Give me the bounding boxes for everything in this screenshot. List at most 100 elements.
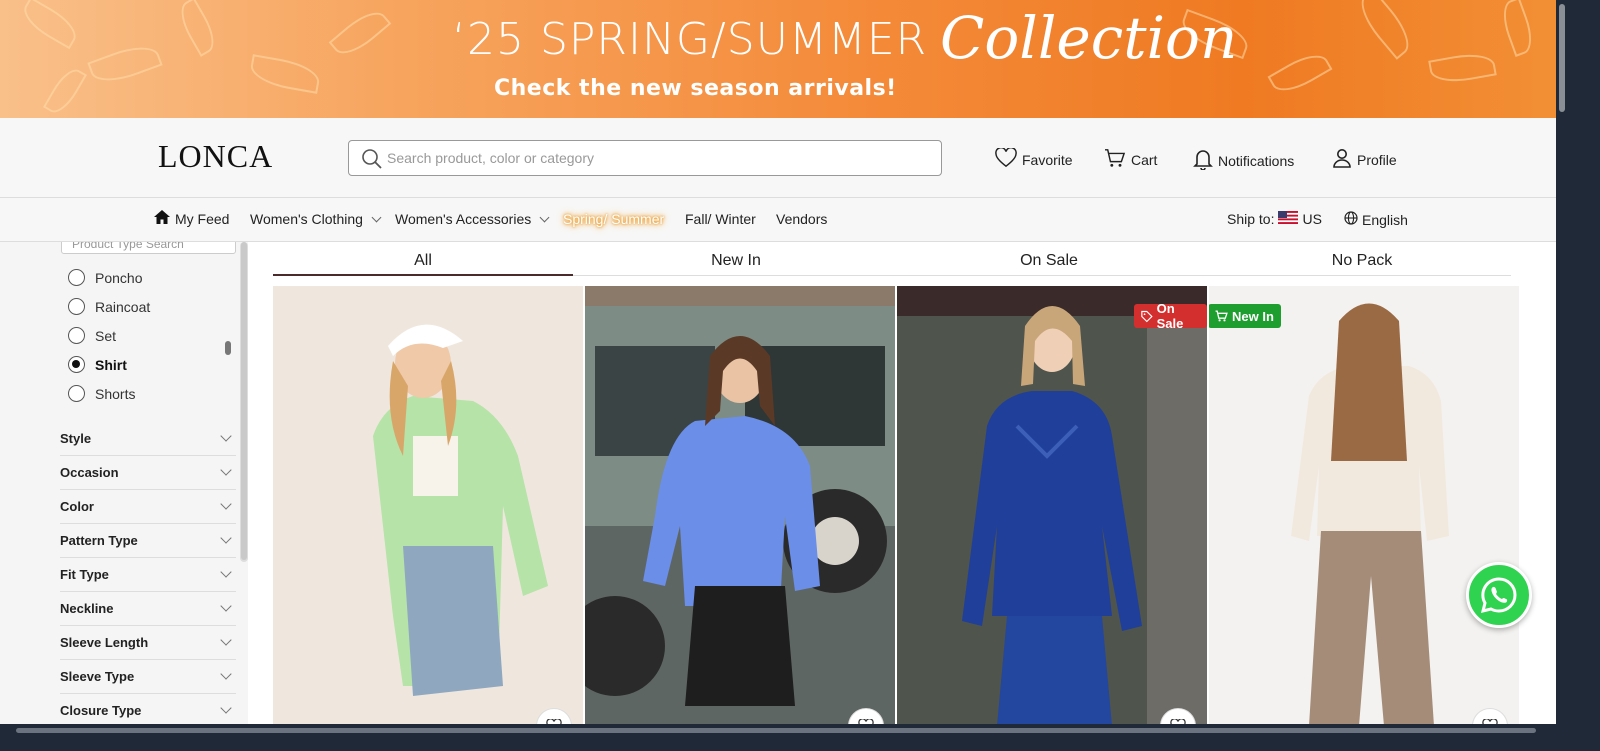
ship-to-country: US — [1302, 211, 1322, 227]
us-flag-icon — [1278, 211, 1299, 227]
window-edge — [0, 736, 1600, 751]
profile-link[interactable]: Profile — [1332, 148, 1397, 171]
bell-icon — [1193, 148, 1213, 173]
product-type-option[interactable]: Set — [68, 327, 116, 344]
filter-pattern-type[interactable]: Pattern Type — [60, 524, 236, 558]
banner-subtitle: Check the new season arrivals! — [494, 76, 897, 101]
nav-womens-accessories[interactable]: Women's Accessories — [395, 211, 552, 227]
product-image[interactable] — [585, 286, 895, 724]
radio-button-selected[interactable] — [68, 356, 85, 373]
nav-spring-summer[interactable]: Spring/ Summer — [563, 211, 664, 227]
promo-banner[interactable]: ‘25 SPRING/SUMMER Collection Check the n… — [0, 0, 1556, 118]
filter-label: Closure Type — [60, 703, 142, 718]
banner-script-text: Collection — [940, 4, 1238, 72]
product-card[interactable] — [273, 286, 583, 724]
filter-label: Style — [60, 431, 92, 446]
tag-icon — [1141, 310, 1153, 322]
nav-vendors-label: Vendors — [776, 211, 828, 227]
leaf-decoration — [1267, 46, 1333, 100]
cart-link[interactable]: Cart — [1104, 148, 1157, 171]
product-card[interactable]: On Sale — [897, 286, 1207, 724]
filter-fit-type[interactable]: Fit Type — [60, 558, 236, 592]
product-type-label: Shirt — [95, 356, 127, 373]
product-type-label: Shorts — [95, 385, 136, 402]
product-type-option-selected[interactable]: Shirt — [68, 356, 127, 373]
filter-color[interactable]: Color — [60, 490, 236, 524]
filter-sidebar: Product Type Search Poncho Raincoat Set … — [0, 242, 248, 724]
notifications-link[interactable]: Notifications — [1193, 148, 1294, 173]
nav-vendors[interactable]: Vendors — [776, 211, 827, 227]
sidebar-scrollbar[interactable] — [240, 242, 248, 562]
product-type-option[interactable]: Shorts — [68, 385, 135, 402]
search-input[interactable] — [387, 141, 927, 175]
leaf-decoration — [173, 0, 222, 57]
leaf-decoration — [1428, 49, 1497, 87]
radio-button[interactable] — [68, 385, 85, 402]
logo[interactable]: LONCA — [158, 138, 273, 175]
product-type-scrollbar[interactable] — [225, 341, 231, 355]
nav-womens-accessories-label: Women's Accessories — [395, 211, 532, 227]
product-image[interactable] — [897, 286, 1207, 724]
chevron-down-icon — [220, 566, 232, 578]
radio-button[interactable] — [68, 269, 85, 286]
leaf-decoration — [328, 3, 392, 63]
nav-spring-summer-label: Spring/ Summer — [563, 211, 665, 227]
vertical-scrollbar[interactable] — [1556, 0, 1568, 724]
nav-womens-clothing[interactable]: Women's Clothing — [250, 211, 384, 227]
search-box[interactable] — [348, 140, 942, 176]
new-in-badge: New In — [1209, 304, 1281, 328]
main-nav: My Feed Women's Clothing Women's Accesso… — [0, 198, 1556, 242]
language-label: English — [1362, 211, 1408, 228]
filter-occasion[interactable]: Occasion — [60, 456, 236, 490]
filter-label: Sleeve Length — [60, 635, 149, 650]
product-type-label: Poncho — [95, 269, 143, 286]
filter-sleeve-length[interactable]: Sleeve Length — [60, 626, 236, 660]
filter-sleeve-type[interactable]: Sleeve Type — [60, 660, 236, 694]
home-icon — [153, 209, 171, 228]
radio-button[interactable] — [68, 298, 85, 315]
leaf-decoration — [248, 54, 322, 94]
ship-to-label: Ship to: — [1227, 211, 1275, 227]
product-type-option[interactable]: Raincoat — [68, 298, 150, 315]
filter-label: Sleeve Type — [60, 669, 135, 684]
leaf-decoration — [87, 38, 163, 90]
nav-my-feed[interactable]: My Feed — [153, 209, 229, 228]
chevron-down-icon — [220, 668, 232, 680]
notifications-label: Notifications — [1218, 152, 1295, 169]
new-in-label: New In — [1232, 308, 1274, 324]
nav-fall-winter[interactable]: Fall/ Winter — [685, 211, 756, 227]
tab-on-sale[interactable]: On Sale — [899, 252, 1199, 270]
window-edge — [1568, 0, 1600, 751]
language-selector[interactable]: English — [1344, 211, 1408, 228]
filter-label: Neckline — [60, 601, 114, 616]
product-image[interactable] — [273, 286, 583, 724]
tab-new-in[interactable]: New In — [586, 252, 886, 270]
tab-no-pack[interactable]: No Pack — [1212, 252, 1512, 270]
filter-label: Pattern Type — [60, 533, 138, 548]
product-type-search[interactable]: Product Type Search — [61, 242, 236, 254]
product-grid: On Sale New In — [273, 286, 1519, 724]
filter-label: Occasion — [60, 465, 119, 480]
filter-closure-type[interactable]: Closure Type — [60, 694, 236, 724]
product-type-option[interactable]: Poncho — [68, 269, 142, 286]
scrollbar-thumb[interactable] — [16, 728, 1536, 733]
filter-neckline[interactable]: Neckline — [60, 592, 236, 626]
ship-to-selector[interactable]: Ship to: US — [1227, 211, 1322, 227]
favorite-link[interactable]: Favorite — [995, 146, 1073, 171]
product-image[interactable] — [1209, 286, 1519, 724]
horizontal-scrollbar[interactable] — [0, 724, 1568, 736]
on-sale-label: On Sale — [1156, 301, 1184, 331]
whatsapp-button[interactable] — [1466, 562, 1532, 628]
cart-label: Cart — [1131, 151, 1158, 168]
product-card[interactable]: New In — [1209, 286, 1519, 724]
filter-label: Color — [60, 499, 94, 514]
filter-style[interactable]: Style — [60, 422, 236, 456]
nav-fall-winter-label: Fall/ Winter — [685, 211, 756, 227]
tab-all[interactable]: All — [273, 252, 573, 276]
nav-my-feed-label: My Feed — [175, 210, 230, 227]
product-card[interactable] — [585, 286, 895, 724]
chevron-down-icon — [220, 464, 232, 476]
radio-button[interactable] — [68, 327, 85, 344]
product-type-label: Set — [95, 327, 117, 344]
scrollbar-thumb[interactable] — [1559, 4, 1565, 112]
